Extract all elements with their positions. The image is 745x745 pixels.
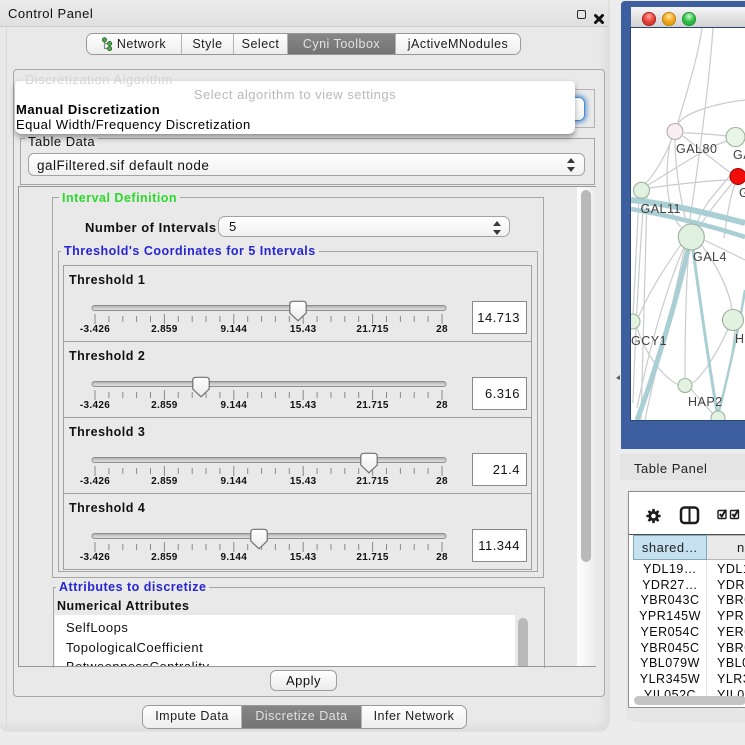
svg-text:21.715: 21.715 [356,552,389,563]
svg-text:9.144: 9.144 [221,324,248,335]
svg-text:21.715: 21.715 [356,476,389,487]
svg-text:GAL80: GAL80 [676,142,717,156]
svg-text:15.43: 15.43 [290,476,317,487]
svg-text:-3.426: -3.426 [80,324,110,335]
svg-text:2.859: 2.859 [151,552,178,563]
svg-text:21.715: 21.715 [356,400,389,411]
svg-text:GAL1: GAL1 [739,186,745,200]
svg-text:GAL11: GAL11 [641,202,682,216]
svg-text:28: 28 [436,400,448,411]
svg-text:28: 28 [436,552,448,563]
svg-text:15.43: 15.43 [290,324,317,335]
svg-text:9.144: 9.144 [221,476,248,487]
svg-text:2.859: 2.859 [151,324,178,335]
svg-text:-3.426: -3.426 [80,552,110,563]
svg-text:2.859: 2.859 [151,476,178,487]
svg-text:9.144: 9.144 [221,400,248,411]
svg-text:21.715: 21.715 [356,324,389,335]
svg-text:15.43: 15.43 [290,552,317,563]
svg-text:-3.426: -3.426 [80,400,110,411]
svg-text:HAP2: HAP2 [688,395,723,409]
svg-text:GCY1: GCY1 [631,334,667,348]
svg-text:2.859: 2.859 [151,400,178,411]
svg-text:28: 28 [436,476,448,487]
svg-text:HIS7: HIS7 [735,332,745,346]
svg-text:28: 28 [436,324,448,335]
svg-text:GAL4: GAL4 [693,250,727,264]
svg-text:9.144: 9.144 [221,552,248,563]
svg-text:15.43: 15.43 [290,400,317,411]
svg-text:GAL2: GAL2 [733,148,745,162]
svg-text:-3.426: -3.426 [80,476,110,487]
